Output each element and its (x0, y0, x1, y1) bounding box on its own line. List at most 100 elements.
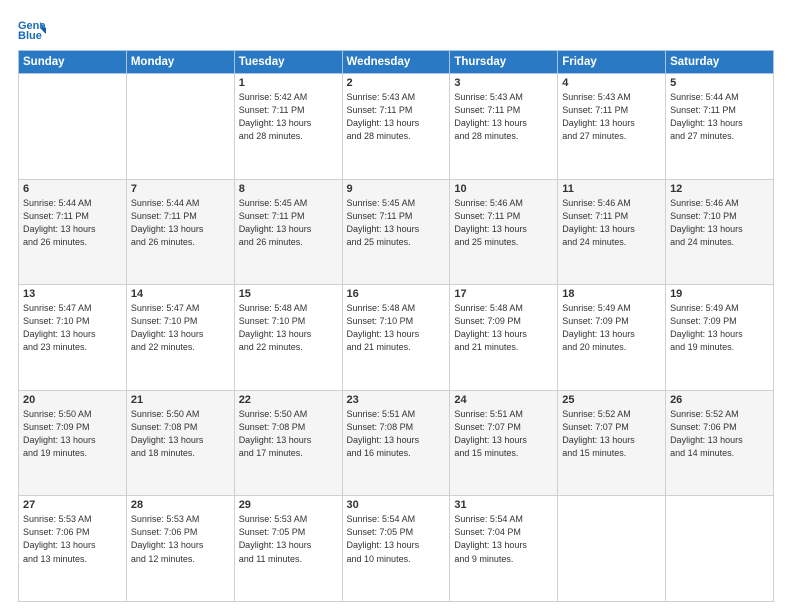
week-row-4: 27 Sunrise: 5:53 AM Sunset: 7:06 PM Dayli… (19, 496, 774, 602)
weekday-row: SundayMondayTuesdayWednesdayThursdayFrid… (19, 51, 774, 74)
day-info: Sunrise: 5:49 AM Sunset: 7:09 PM Dayligh… (670, 302, 769, 354)
weekday-saturday: Saturday (666, 51, 774, 74)
day-number: 11 (562, 183, 661, 195)
weekday-tuesday: Tuesday (234, 51, 342, 74)
weekday-sunday: Sunday (19, 51, 127, 74)
calendar-cell: 16 Sunrise: 5:48 AM Sunset: 7:10 PM Dayli… (342, 285, 450, 391)
calendar-cell (666, 496, 774, 602)
day-number: 20 (23, 394, 122, 406)
day-info: Sunrise: 5:53 AM Sunset: 7:06 PM Dayligh… (23, 513, 122, 565)
calendar-cell: 22Sunrise: 5:50 AM Sunset: 7:08 PM Dayli… (234, 390, 342, 496)
svg-text:Blue: Blue (18, 30, 42, 40)
day-info: Sunrise: 5:43 AM Sunset: 7:11 PM Dayligh… (454, 91, 553, 143)
calendar-cell: 25 Sunrise: 5:52 AM Sunset: 7:07 PM Dayli… (558, 390, 666, 496)
calendar-cell: 31Sunrise: 5:54 AM Sunset: 7:04 PM Dayli… (450, 496, 558, 602)
day-number: 23 (347, 394, 446, 406)
calendar-cell: 9 Sunrise: 5:45 AM Sunset: 7:11 PM Daylig… (342, 179, 450, 285)
header: General Blue (18, 18, 774, 40)
day-number: 29 (239, 499, 338, 511)
day-info: Sunrise: 5:54 AM Sunset: 7:04 PM Dayligh… (454, 513, 553, 565)
day-info: Sunrise: 5:44 AM Sunset: 7:11 PM Dayligh… (670, 91, 769, 143)
day-info: Sunrise: 5:54 AM Sunset: 7:05 PM Dayligh… (347, 513, 446, 565)
day-number: 7 (131, 183, 230, 195)
day-info: Sunrise: 5:46 AM Sunset: 7:11 PM Dayligh… (454, 197, 553, 249)
day-info: Sunrise: 5:45 AM Sunset: 7:11 PM Dayligh… (347, 197, 446, 249)
day-info: Sunrise: 5:51 AM Sunset: 7:08 PM Dayligh… (347, 408, 446, 460)
logo: General Blue (18, 18, 50, 40)
day-number: 14 (131, 288, 230, 300)
calendar-cell: 26 Sunrise: 5:52 AM Sunset: 7:06 PM Dayli… (666, 390, 774, 496)
week-row-0: 1 Sunrise: 5:42 AM Sunset: 7:11 PM Daylig… (19, 74, 774, 180)
weekday-friday: Friday (558, 51, 666, 74)
day-info: Sunrise: 5:53 AM Sunset: 7:06 PM Dayligh… (131, 513, 230, 565)
day-info: Sunrise: 5:48 AM Sunset: 7:09 PM Dayligh… (454, 302, 553, 354)
day-info: Sunrise: 5:47 AM Sunset: 7:10 PM Dayligh… (23, 302, 122, 354)
day-info: Sunrise: 5:50 AM Sunset: 7:08 PM Dayligh… (131, 408, 230, 460)
day-number: 5 (670, 77, 769, 89)
calendar-cell: 11 Sunrise: 5:46 AM Sunset: 7:11 PM Dayli… (558, 179, 666, 285)
calendar-cell (558, 496, 666, 602)
day-info: Sunrise: 5:49 AM Sunset: 7:09 PM Dayligh… (562, 302, 661, 354)
weekday-monday: Monday (126, 51, 234, 74)
day-number: 26 (670, 394, 769, 406)
day-info: Sunrise: 5:45 AM Sunset: 7:11 PM Dayligh… (239, 197, 338, 249)
weekday-thursday: Thursday (450, 51, 558, 74)
day-number: 1 (239, 77, 338, 89)
day-number: 12 (670, 183, 769, 195)
day-info: Sunrise: 5:48 AM Sunset: 7:10 PM Dayligh… (347, 302, 446, 354)
day-info: Sunrise: 5:50 AM Sunset: 7:09 PM Dayligh… (23, 408, 122, 460)
calendar-cell: 10 Sunrise: 5:46 AM Sunset: 7:11 PM Dayli… (450, 179, 558, 285)
day-number: 18 (562, 288, 661, 300)
day-number: 15 (239, 288, 338, 300)
calendar-cell: 18 Sunrise: 5:49 AM Sunset: 7:09 PM Dayli… (558, 285, 666, 391)
day-number: 22 (239, 394, 338, 406)
day-number: 10 (454, 183, 553, 195)
calendar-cell: 4 Sunrise: 5:43 AM Sunset: 7:11 PM Daylig… (558, 74, 666, 180)
calendar-cell: 24 Sunrise: 5:51 AM Sunset: 7:07 PM Dayli… (450, 390, 558, 496)
calendar-cell: 27 Sunrise: 5:53 AM Sunset: 7:06 PM Dayli… (19, 496, 127, 602)
calendar-cell: 12 Sunrise: 5:46 AM Sunset: 7:10 PM Dayli… (666, 179, 774, 285)
day-info: Sunrise: 5:52 AM Sunset: 7:07 PM Dayligh… (562, 408, 661, 460)
week-row-2: 13 Sunrise: 5:47 AM Sunset: 7:10 PM Dayli… (19, 285, 774, 391)
day-number: 6 (23, 183, 122, 195)
calendar-cell: 2 Sunrise: 5:43 AM Sunset: 7:11 PM Daylig… (342, 74, 450, 180)
calendar-cell: 6 Sunrise: 5:44 AM Sunset: 7:11 PM Daylig… (19, 179, 127, 285)
day-number: 21 (131, 394, 230, 406)
calendar-cell: 17Sunrise: 5:48 AM Sunset: 7:09 PM Dayli… (450, 285, 558, 391)
day-number: 13 (23, 288, 122, 300)
calendar-cell: 20 Sunrise: 5:50 AM Sunset: 7:09 PM Dayli… (19, 390, 127, 496)
day-info: Sunrise: 5:46 AM Sunset: 7:11 PM Dayligh… (562, 197, 661, 249)
day-number: 27 (23, 499, 122, 511)
calendar-cell: 1 Sunrise: 5:42 AM Sunset: 7:11 PM Daylig… (234, 74, 342, 180)
week-row-1: 6 Sunrise: 5:44 AM Sunset: 7:11 PM Daylig… (19, 179, 774, 285)
day-info: Sunrise: 5:43 AM Sunset: 7:11 PM Dayligh… (347, 91, 446, 143)
day-number: 9 (347, 183, 446, 195)
day-info: Sunrise: 5:46 AM Sunset: 7:10 PM Dayligh… (670, 197, 769, 249)
day-info: Sunrise: 5:44 AM Sunset: 7:11 PM Dayligh… (23, 197, 122, 249)
calendar-cell: 14 Sunrise: 5:47 AM Sunset: 7:10 PM Dayli… (126, 285, 234, 391)
day-info: Sunrise: 5:48 AM Sunset: 7:10 PM Dayligh… (239, 302, 338, 354)
day-number: 28 (131, 499, 230, 511)
calendar-cell: 5 Sunrise: 5:44 AM Sunset: 7:11 PM Daylig… (666, 74, 774, 180)
calendar-cell: 13 Sunrise: 5:47 AM Sunset: 7:10 PM Dayli… (19, 285, 127, 391)
day-number: 30 (347, 499, 446, 511)
day-number: 16 (347, 288, 446, 300)
day-info: Sunrise: 5:43 AM Sunset: 7:11 PM Dayligh… (562, 91, 661, 143)
day-info: Sunrise: 5:47 AM Sunset: 7:10 PM Dayligh… (131, 302, 230, 354)
day-number: 25 (562, 394, 661, 406)
calendar-cell: 21 Sunrise: 5:50 AM Sunset: 7:08 PM Dayli… (126, 390, 234, 496)
day-number: 2 (347, 77, 446, 89)
calendar-cell (19, 74, 127, 180)
calendar-cell: 8Sunrise: 5:45 AM Sunset: 7:11 PM Daylig… (234, 179, 342, 285)
day-info: Sunrise: 5:42 AM Sunset: 7:11 PM Dayligh… (239, 91, 338, 143)
day-number: 4 (562, 77, 661, 89)
week-row-3: 20 Sunrise: 5:50 AM Sunset: 7:09 PM Dayli… (19, 390, 774, 496)
calendar-cell: 19 Sunrise: 5:49 AM Sunset: 7:09 PM Dayli… (666, 285, 774, 391)
day-number: 19 (670, 288, 769, 300)
day-info: Sunrise: 5:53 AM Sunset: 7:05 PM Dayligh… (239, 513, 338, 565)
day-info: Sunrise: 5:51 AM Sunset: 7:07 PM Dayligh… (454, 408, 553, 460)
calendar-cell: 3Sunrise: 5:43 AM Sunset: 7:11 PM Daylig… (450, 74, 558, 180)
calendar-table: SundayMondayTuesdayWednesdayThursdayFrid… (18, 50, 774, 602)
day-info: Sunrise: 5:52 AM Sunset: 7:06 PM Dayligh… (670, 408, 769, 460)
day-number: 24 (454, 394, 553, 406)
